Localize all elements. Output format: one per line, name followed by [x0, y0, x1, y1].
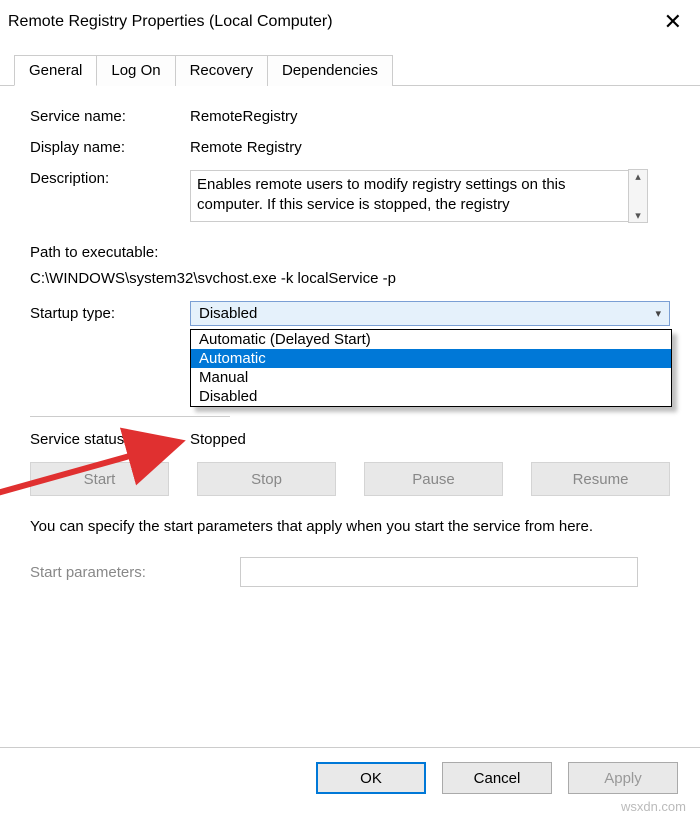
stop-button[interactable]: Stop	[197, 462, 336, 496]
description-text[interactable]: Enables remote users to modify registry …	[190, 170, 628, 222]
watermark: wsxdn.com	[621, 799, 686, 814]
title-bar: Remote Registry Properties (Local Comput…	[0, 0, 700, 40]
service-status-value: Stopped	[190, 431, 670, 448]
service-name-value: RemoteRegistry	[190, 108, 670, 125]
scroll-up-icon[interactable]: ▴	[635, 170, 641, 183]
resume-button[interactable]: Resume	[531, 462, 670, 496]
startup-type-select[interactable]: Disabled ▾	[190, 301, 670, 326]
close-icon[interactable]: ✕	[656, 9, 690, 35]
startup-type-dropdown: Automatic (Delayed Start) Automatic Manu…	[190, 329, 672, 407]
startup-option-disabled[interactable]: Disabled	[191, 387, 671, 406]
start-params-label: Start parameters:	[30, 564, 240, 581]
tab-logon[interactable]: Log On	[96, 55, 175, 86]
hint-text: You can specify the start parameters tha…	[30, 516, 670, 537]
start-params-input[interactable]	[240, 557, 638, 587]
path-label: Path to executable:	[30, 240, 670, 266]
startup-option-delayed[interactable]: Automatic (Delayed Start)	[191, 330, 671, 349]
tab-recovery[interactable]: Recovery	[175, 55, 268, 86]
startup-type-label: Startup type:	[30, 305, 190, 322]
start-button[interactable]: Start	[30, 462, 169, 496]
scroll-down-icon[interactable]: ▾	[635, 209, 641, 222]
display-name-label: Display name:	[30, 139, 190, 156]
tab-content: Service name: RemoteRegistry Display nam…	[0, 86, 700, 611]
path-value: C:\WINDOWS\system32\svchost.exe -k local…	[30, 266, 670, 292]
cancel-button[interactable]: Cancel	[442, 762, 552, 794]
service-status-label: Service status:	[30, 431, 190, 448]
window-title: Remote Registry Properties (Local Comput…	[8, 13, 656, 31]
ok-button[interactable]: OK	[316, 762, 426, 794]
startup-option-manual[interactable]: Manual	[191, 368, 671, 387]
display-name-value: Remote Registry	[190, 139, 670, 156]
apply-button[interactable]: Apply	[568, 762, 678, 794]
startup-type-value: Disabled	[199, 305, 257, 322]
chevron-down-icon: ▾	[655, 307, 661, 320]
tab-general[interactable]: General	[14, 55, 97, 86]
dialog-footer: OK Cancel Apply	[0, 747, 700, 808]
description-label: Description:	[30, 170, 190, 187]
service-name-label: Service name:	[30, 108, 190, 125]
tab-dependencies[interactable]: Dependencies	[267, 55, 393, 86]
pause-button[interactable]: Pause	[364, 462, 503, 496]
tab-strip: General Log On Recovery Dependencies	[0, 54, 700, 86]
startup-option-automatic[interactable]: Automatic	[191, 349, 671, 368]
divider	[30, 416, 230, 417]
